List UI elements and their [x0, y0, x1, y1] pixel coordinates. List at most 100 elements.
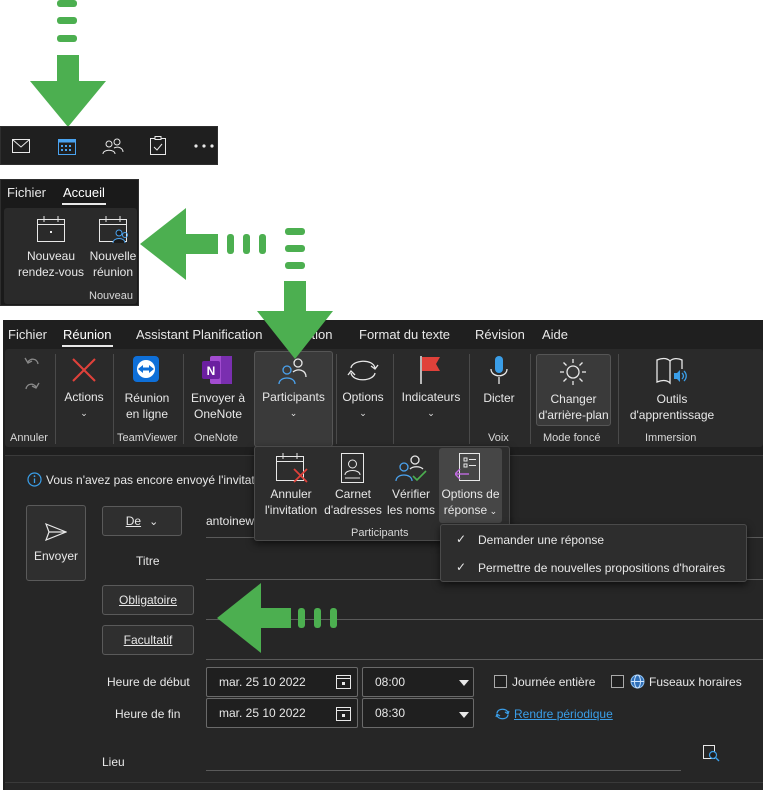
group-label-voix: Voix: [488, 432, 509, 444]
arrow-dash: [285, 245, 305, 252]
more-icon[interactable]: [194, 144, 216, 148]
mail-icon[interactable]: [12, 139, 30, 153]
optional-attendees-button[interactable]: Facultatif: [102, 625, 194, 655]
group-label-annuler: Annuler: [10, 432, 48, 444]
response-options-label-2: réponse ⌄: [444, 502, 497, 519]
redo-icon[interactable]: [24, 381, 40, 395]
participants-label: Participants: [262, 390, 325, 404]
end-date-value: mar. 25 10 2022: [219, 706, 306, 720]
new-meeting-button[interactable]: Nouvelle réunion: [85, 248, 141, 280]
make-recurring-link[interactable]: Rendre périodique: [514, 707, 613, 721]
optional-label: Facultatif: [123, 633, 173, 647]
dropdown-arrow-icon[interactable]: [459, 712, 469, 718]
calendar-picker-icon[interactable]: [336, 706, 351, 721]
tab-fichier[interactable]: Fichier: [8, 327, 47, 342]
timezones-checkbox[interactable]: [611, 675, 624, 688]
group-label-nouveau: Nouveau: [89, 290, 134, 302]
bottom-divider: [5, 782, 763, 783]
calendar-icon[interactable]: [58, 137, 76, 155]
undo-icon[interactable]: [24, 356, 40, 370]
cancel-x-icon: [72, 358, 96, 382]
send-to-onenote-button[interactable]: Envoyer à OneNote: [187, 390, 249, 422]
address-book-icon: [341, 453, 364, 483]
online-meeting-label-2: en ligne: [125, 407, 169, 421]
send-label: Envoyer: [33, 549, 79, 563]
indicateurs-label: Indicateurs: [401, 390, 461, 404]
menu-item-allow-new-time-proposals[interactable]: Permettre de nouvelles propositions d'ho…: [478, 561, 725, 575]
arrow-dash: [57, 0, 77, 7]
all-day-label: Journée entière: [512, 675, 596, 689]
address-book-label-2: d'adresses: [324, 503, 382, 517]
check-names-button[interactable]: Vérifier les noms: [382, 486, 440, 518]
tab-active-indicator: [62, 203, 106, 205]
tasks-icon[interactable]: [150, 136, 166, 155]
cancel-invitation-label-2: l'invitation: [264, 503, 318, 517]
all-day-checkbox[interactable]: [494, 675, 507, 688]
ribbon-separator: [530, 354, 531, 444]
room-finder-icon[interactable]: [703, 745, 720, 762]
tab-reunion[interactable]: Réunion: [63, 327, 111, 342]
change-background-label-1: Changer: [550, 392, 597, 406]
chevron-down-icon: ⌄: [149, 515, 159, 528]
location-field[interactable]: [206, 770, 681, 771]
required-label: Obligatoire: [118, 593, 178, 607]
checkmark-icon: ✓: [456, 560, 467, 574]
change-background-labels: Changer d'arrière-plan: [536, 391, 611, 423]
new-appointment-button[interactable]: Nouveau rendez-vous: [15, 248, 87, 280]
arrow-dash: [330, 608, 337, 628]
end-time-label: Heure de fin: [115, 707, 181, 721]
change-background-label-2: d'arrière-plan: [538, 408, 609, 422]
new-appointment-label-1: Nouveau: [26, 249, 76, 263]
start-time-input[interactable]: 08:00: [362, 667, 474, 697]
arrow-dash: [243, 234, 250, 254]
arrow-left-icon: [217, 583, 291, 653]
learning-tools-button[interactable]: Outils d'apprentissage: [622, 391, 722, 423]
actions-button[interactable]: Actions ⌄: [58, 389, 110, 421]
tab-accueil[interactable]: Accueil: [63, 185, 105, 200]
send-to-onenote-label-2: OneNote: [193, 407, 243, 421]
dicter-label: Dicter: [483, 391, 515, 405]
required-attendees-button[interactable]: Obligatoire: [102, 585, 194, 615]
people-icon[interactable]: [102, 137, 124, 155]
checkmark-icon: ✓: [456, 532, 467, 546]
dicter-button[interactable]: Dicter: [474, 390, 524, 406]
online-meeting-button[interactable]: Réunion en ligne: [116, 390, 178, 422]
learning-tools-label-2: d'apprentissage: [629, 408, 715, 422]
microphone-icon: [490, 356, 508, 384]
options-button[interactable]: Options ⌄: [337, 389, 389, 421]
arrow-dash: [57, 35, 77, 42]
menu-item-request-response[interactable]: Demander une réponse: [478, 533, 604, 547]
tab-aide[interactable]: Aide: [542, 327, 568, 342]
ribbon-separator: [393, 354, 394, 444]
cancel-invitation-button[interactable]: Annuler l'invitation: [259, 486, 323, 518]
recurrence-icon: [495, 708, 510, 720]
address-book-label-1: Carnet: [334, 487, 372, 501]
address-book-button[interactable]: Carnet d'adresses: [323, 486, 383, 518]
cancel-invitation-label-1: Annuler: [270, 487, 312, 501]
group-label-immersion: Immersion: [645, 432, 697, 444]
from-button[interactable]: De ⌄: [102, 506, 182, 536]
participants-icon: [278, 358, 307, 385]
group-label-onenote: OneNote: [194, 432, 239, 444]
chevron-down-icon: ⌄: [359, 408, 367, 418]
tab-assistant-planification[interactable]: Assistant Planification: [136, 327, 262, 342]
optional-field[interactable]: [206, 659, 763, 660]
online-meeting-label-1: Réunion: [124, 391, 170, 405]
calendar-picker-icon[interactable]: [336, 674, 351, 689]
indicateurs-button[interactable]: Indicateurs ⌄: [396, 389, 466, 421]
arrow-down-icon: [257, 281, 333, 359]
new-meeting-icon: [99, 216, 128, 244]
tab-revision[interactable]: Révision: [475, 327, 525, 342]
new-meeting-label-2: réunion: [92, 265, 134, 279]
nav-bar: [0, 126, 218, 165]
ribbon-separator: [618, 354, 619, 444]
start-date-value: mar. 25 10 2022: [219, 675, 306, 689]
tab-fichier[interactable]: Fichier: [7, 185, 46, 200]
chevron-down-icon: ⌄: [427, 408, 435, 418]
send-button[interactable]: Envoyer: [26, 505, 86, 581]
check-names-icon: [395, 455, 427, 482]
dropdown-arrow-icon[interactable]: [459, 680, 469, 686]
actions-label: Actions: [64, 390, 104, 404]
end-time-input[interactable]: 08:30: [362, 698, 474, 728]
tab-format-texte[interactable]: Format du texte: [359, 327, 450, 342]
